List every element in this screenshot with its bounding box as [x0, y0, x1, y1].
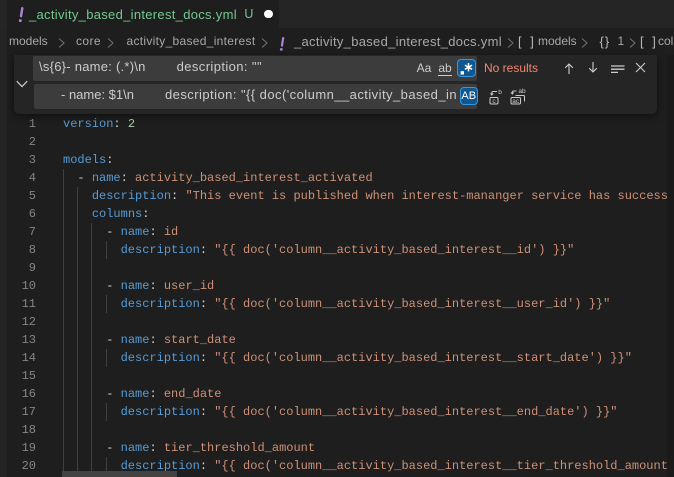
- svg-text:b: b: [498, 89, 502, 96]
- svg-text:ac: ac: [512, 97, 520, 104]
- svg-text:ab: ab: [518, 88, 526, 95]
